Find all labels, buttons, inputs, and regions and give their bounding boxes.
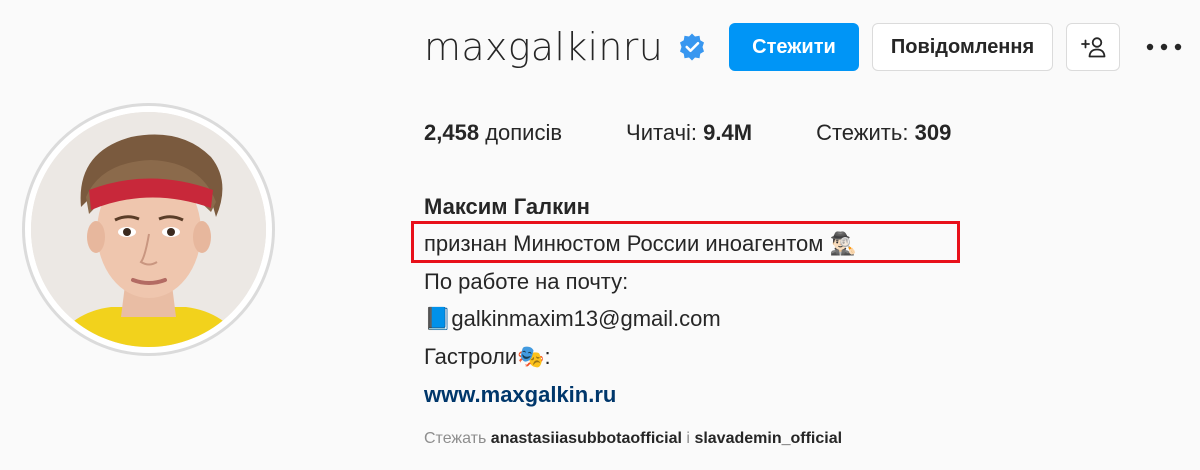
avatar[interactable]: [31, 112, 266, 347]
followers-label: Читачі:: [626, 120, 698, 145]
verified-badge-icon: [680, 33, 705, 61]
bio-line-tours: Гастроли🎭:: [424, 338, 857, 376]
bio-tours-text: Гастроли: [424, 344, 518, 369]
bio-line-work: По работе на почту:: [424, 269, 629, 294]
bio-line-agent: признан Минюстом России иноагентом 🕵🏻‍♂️: [424, 225, 857, 263]
username: maxgalkinru: [424, 25, 664, 69]
followed-by-user-1[interactable]: anastasiiasubbotaofficial: [491, 430, 682, 447]
mailbox-emoji: 📘: [424, 307, 452, 332]
following-value: 309: [914, 120, 952, 145]
bio-email-text: galkinmaxim13@gmail.com: [451, 306, 721, 331]
profile-avatar-ring[interactable]: [22, 103, 275, 356]
followed-by-user-2[interactable]: slavademin_official: [694, 430, 842, 447]
more-options-button[interactable]: [1144, 32, 1184, 62]
bio-tours-suffix: :: [544, 344, 551, 369]
following-label: Стежить:: [816, 120, 909, 145]
person-plus-icon: [1081, 37, 1106, 58]
bio-link-line: www.maxgalkin.ru: [424, 376, 857, 413]
followed-by[interactable]: Стежать anastasiiasubbotaofficial і slav…: [424, 430, 842, 448]
avatar-photo: [31, 112, 266, 347]
follow-button[interactable]: Стежити: [729, 23, 859, 71]
profile-page: maxgalkinru Стежити Повідомлення 2,458 д…: [0, 0, 1200, 470]
more-horizontal-icon: [1146, 43, 1182, 51]
followers-value: 9.4M: [703, 120, 753, 145]
profile-stats: 2,458 дописів Читачі: 9.4M Стежить: 309: [424, 120, 1015, 146]
following-count[interactable]: Стежить: 309: [816, 120, 951, 146]
followers-count[interactable]: Читачі: 9.4M: [626, 120, 752, 146]
posts-value: 2,458: [424, 120, 480, 145]
posts-label: дописів: [485, 120, 563, 145]
full-name: Максим Галкин: [424, 194, 590, 219]
message-button[interactable]: Повідомлення: [872, 23, 1053, 71]
posts-count: 2,458 дописів: [424, 120, 562, 146]
profile-header: maxgalkinru: [424, 22, 707, 72]
followed-by-prefix: Стежать: [424, 430, 487, 447]
bio-agent-text: признан Минюстом России иноагентом: [424, 231, 824, 256]
bio-line-email: 📘galkinmaxim13@gmail.com: [424, 300, 857, 338]
detective-emoji: 🕵🏻‍♂️: [829, 232, 857, 257]
suggested-accounts-button[interactable]: [1066, 23, 1120, 71]
followed-by-separator: і: [686, 430, 690, 447]
profile-bio: Максим Галкин признан Минюстом России ин…: [424, 188, 857, 413]
website-link[interactable]: www.maxgalkin.ru: [424, 382, 616, 407]
theater-masks-emoji: 🎭: [517, 345, 545, 370]
